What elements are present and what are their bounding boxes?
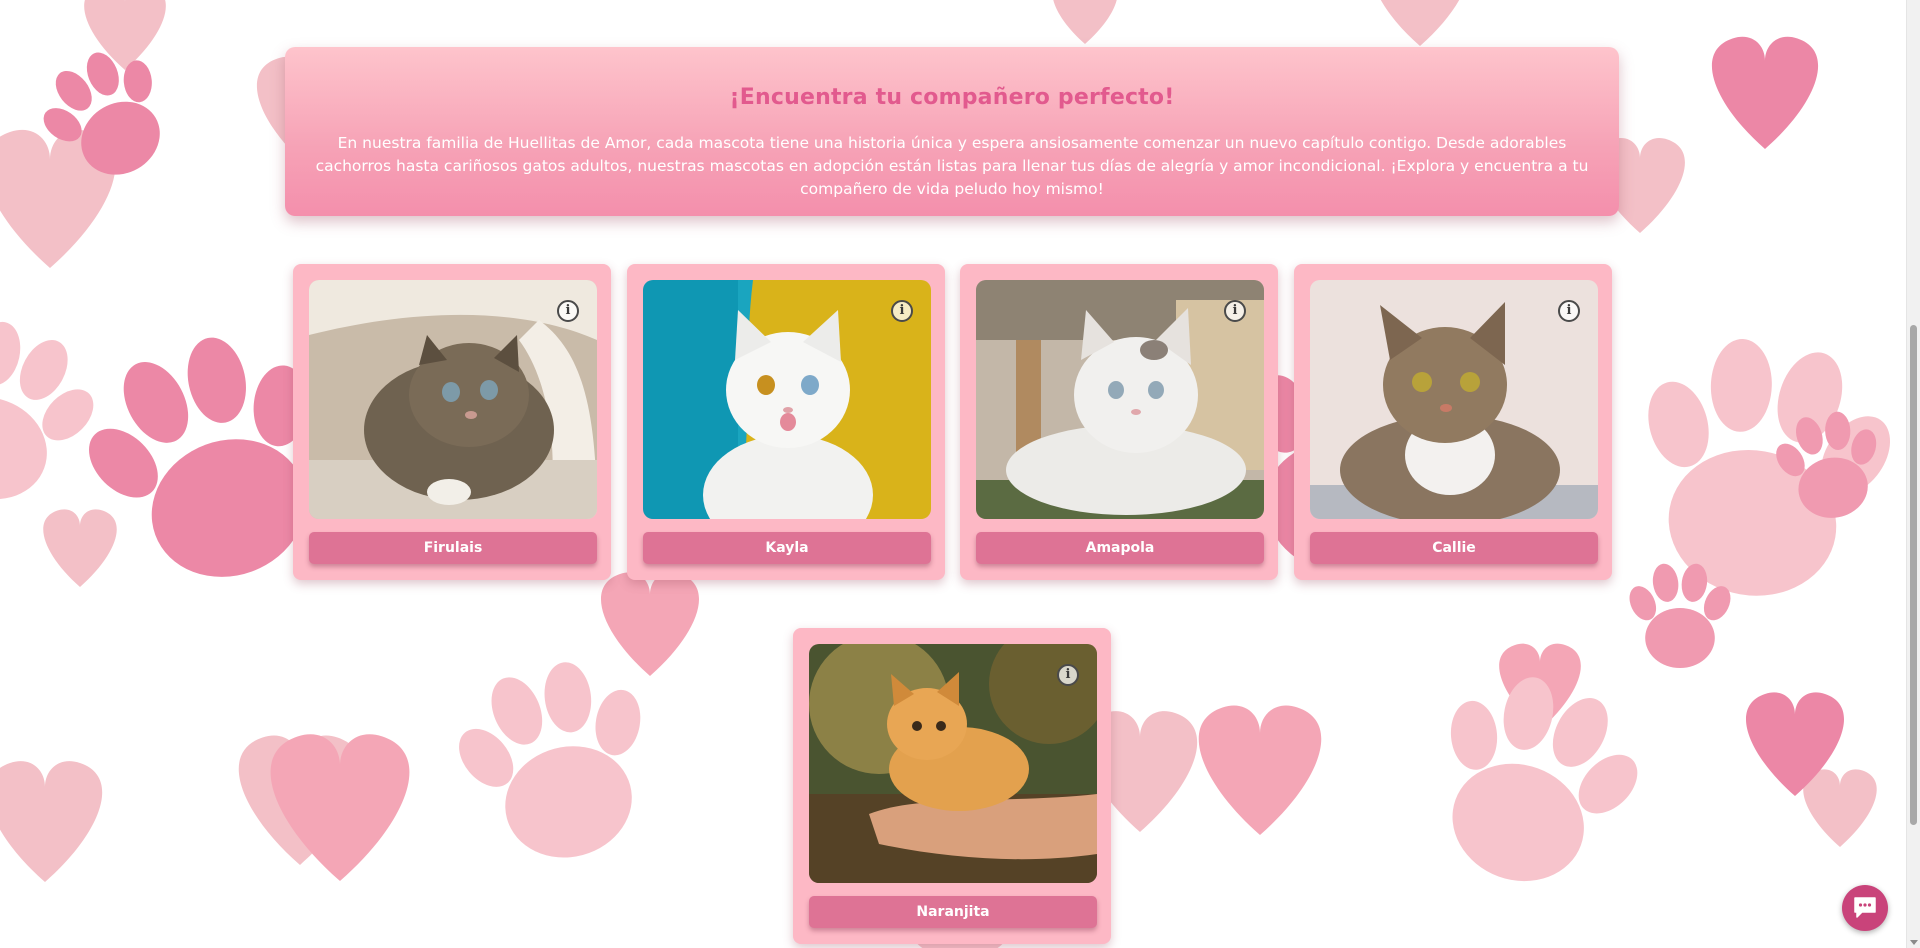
chat-icon (1854, 897, 1876, 918)
hero-title: ¡Encuentra tu compañero perfecto! (729, 85, 1175, 110)
info-icon[interactable]: i (1224, 300, 1246, 322)
pet-photo-amapola[interactable]: i (976, 280, 1264, 519)
pet-photo-callie[interactable]: i (1310, 280, 1598, 519)
info-icon[interactable]: i (1057, 664, 1079, 686)
pet-photo-kayla[interactable]: i (643, 280, 931, 519)
hero-description: En nuestra familia de Huellitas de Amor,… (315, 134, 1589, 198)
pet-card-naranjita: i Naranjita (793, 628, 1111, 944)
chat-button[interactable] (1842, 885, 1888, 931)
pet-card-firulais: i Firulais (293, 264, 611, 580)
pet-name-button-kayla[interactable]: Kayla (643, 532, 931, 564)
pet-card-amapola: i Amapola (960, 264, 1278, 580)
pet-name-button-callie[interactable]: Callie (1310, 532, 1598, 564)
pet-card-kayla: i Kayla (627, 264, 945, 580)
scroll-down-arrow-icon[interactable] (1910, 940, 1918, 945)
scrollbar[interactable] (1906, 0, 1920, 948)
info-icon[interactable]: i (891, 300, 913, 322)
pet-name-button-firulais[interactable]: Firulais (309, 532, 597, 564)
scrollbar-thumb[interactable] (1910, 325, 1917, 825)
pet-name-button-amapola[interactable]: Amapola (976, 532, 1264, 564)
info-icon[interactable]: i (557, 300, 579, 322)
adoption-hero-banner: ¡Encuentra tu compañero perfecto! En nue… (285, 47, 1619, 216)
pet-name-button-naranjita[interactable]: Naranjita (809, 896, 1097, 928)
pet-card-callie: i Callie (1294, 264, 1612, 580)
pet-photo-firulais[interactable]: i (309, 280, 597, 519)
pet-photo-naranjita[interactable]: i (809, 644, 1097, 883)
info-icon[interactable]: i (1558, 300, 1580, 322)
